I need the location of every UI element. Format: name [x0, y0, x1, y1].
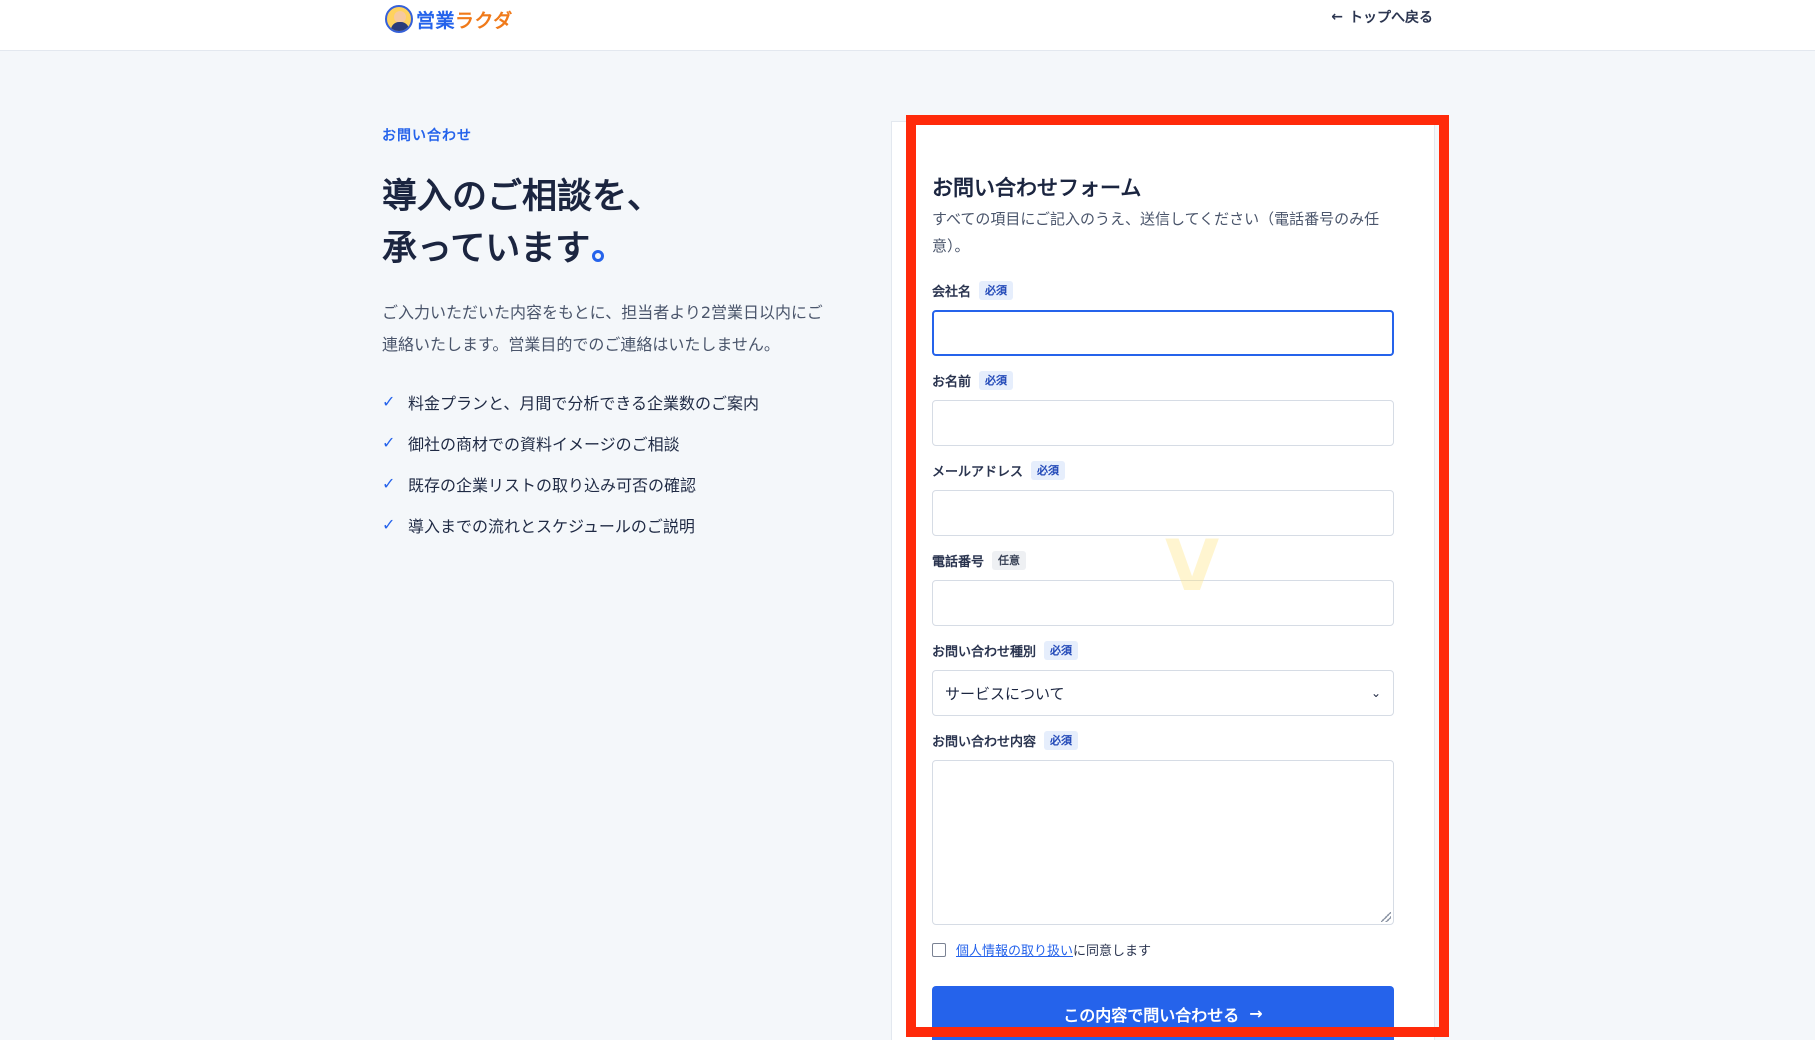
list-item: ✓ 御社の商材での資料イメージのご相談: [382, 433, 680, 454]
resize-handle-icon[interactable]: [1381, 912, 1391, 922]
list-item: ✓ 料金プランと、月間で分析できる企業数のご案内: [382, 392, 760, 413]
site-header: 営業ラクダ ← トップへ戻る: [0, 0, 1815, 51]
phone-label: 電話番号 任意: [932, 551, 1027, 570]
list-item: ✓ 既存の企業リストの取り込み可否の確認: [382, 474, 697, 495]
arrow-left-icon: ←: [1331, 9, 1343, 25]
arrow-right-icon: →: [1249, 1004, 1263, 1023]
message-textarea[interactable]: [932, 760, 1394, 925]
name-label: お名前 必須: [932, 371, 1014, 390]
check-icon: ✓: [382, 433, 396, 452]
chevron-down-icon: ⌄: [1370, 686, 1381, 700]
form-description: すべての項目にご記入のうえ、送信してください（電話番号のみ任意）。: [932, 210, 1380, 255]
submit-label: この内容で問い合わせる: [1063, 1005, 1240, 1025]
inquiry-type-selected: サービスについて: [945, 684, 1065, 703]
inquiry-type-select[interactable]: サービスについて ⌄: [932, 670, 1394, 716]
company-label: 会社名 必須: [932, 281, 1014, 300]
privacy-consent-checkbox[interactable]: [932, 942, 946, 957]
logo-text: 営業ラクダ: [416, 9, 513, 32]
section-eyebrow: お問い合わせ: [382, 128, 472, 144]
required-badge: 必須: [979, 281, 1014, 300]
required-badge: 必須: [1044, 641, 1079, 660]
company-input[interactable]: [932, 310, 1394, 356]
email-input[interactable]: [932, 490, 1394, 536]
privacy-policy-link[interactable]: 個人情報の取り扱い: [956, 944, 1073, 959]
check-icon: ✓: [382, 392, 396, 411]
page-headline: 導入のご相談を、 承っています: [382, 177, 663, 269]
form-title: お問い合わせフォーム: [932, 176, 1142, 200]
back-to-top-link[interactable]: ← トップへ戻る: [1331, 7, 1433, 27]
check-icon: ✓: [382, 474, 396, 493]
camel-mascot-icon: [385, 5, 413, 33]
inquiry-type-label: お問い合わせ種別 必須: [932, 641, 1079, 660]
watermark-logo-icon: V: [1165, 525, 1220, 607]
intro-section: お問い合わせ 導入のご相談を、 承っています ご入力いただいた内容をもとに、担当…: [382, 125, 842, 545]
phone-input[interactable]: [932, 580, 1394, 626]
required-badge: 必須: [1044, 731, 1079, 750]
email-label: メールアドレス 必須: [932, 461, 1066, 480]
logo[interactable]: 営業ラクダ: [385, 4, 513, 34]
headline-dot-icon: [592, 250, 605, 262]
list-item: ✓ 導入までの流れとスケジュールのご説明: [382, 515, 695, 536]
back-link-label: トップへ戻る: [1349, 10, 1433, 26]
message-label: お問い合わせ内容 必須: [932, 731, 1079, 750]
consent-label: 個人情報の取り扱いに同意します: [956, 944, 1152, 959]
contact-form-card: お問い合わせフォーム すべての項目にご記入のうえ、送信してください（電話番号のみ…: [891, 121, 1435, 1040]
privacy-consent: 個人情報の取り扱いに同意します: [932, 940, 1151, 959]
intro-text: ご入力いただいた内容をもとに、担当者より2営業日以内にご連絡いたします。営業目的…: [382, 303, 823, 354]
optional-badge: 任意: [992, 551, 1027, 570]
submit-button[interactable]: この内容で問い合わせる →: [932, 986, 1394, 1040]
name-input[interactable]: [932, 400, 1394, 446]
required-badge: 必須: [979, 371, 1014, 390]
required-badge: 必須: [1031, 461, 1066, 480]
benefit-list: ✓ 料金プランと、月間で分析できる企業数のご案内 ✓ 御社の商材での資料イメージのご…: [382, 381, 842, 545]
check-icon: ✓: [382, 515, 396, 534]
